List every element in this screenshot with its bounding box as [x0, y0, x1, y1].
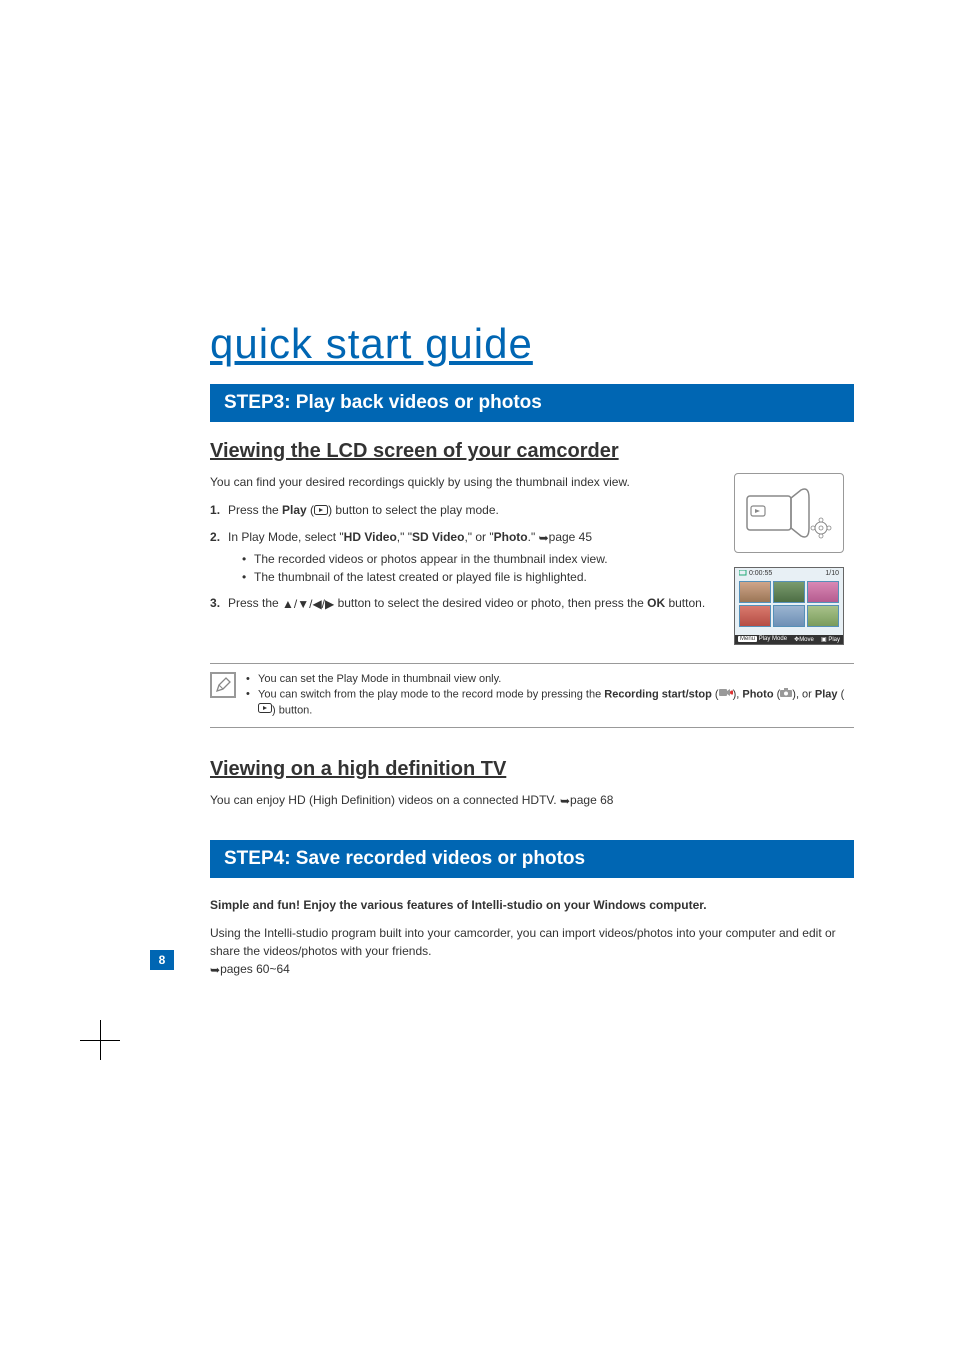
- step3-bar: STEP3: Play back videos or photos: [210, 384, 854, 422]
- thumb-cell: [739, 581, 771, 603]
- lcd-counter: 1/10: [825, 570, 839, 577]
- ok-label: OK: [647, 596, 665, 610]
- lcd-move: ✥Move: [794, 636, 814, 643]
- play-icon: [258, 703, 272, 718]
- lcd-play: ▣ Play: [821, 636, 840, 643]
- step4-bold-intro: Simple and fun! Enjoy the various featur…: [210, 896, 854, 914]
- play-icon: [314, 502, 328, 520]
- text: You can switch from the play mode to the…: [258, 689, 604, 701]
- thumb-cell: [773, 581, 805, 603]
- lcd-intro: You can find your desired recordings qui…: [210, 473, 714, 491]
- step4-bar: STEP4: Save recorded videos or photos: [210, 840, 854, 878]
- play-btn-label: Play: [815, 689, 838, 701]
- text: (: [774, 689, 781, 701]
- record-icon: [719, 687, 733, 702]
- text: ," or ": [464, 530, 493, 544]
- text: Using the Intelli-studio program built i…: [210, 926, 836, 958]
- text: (: [712, 689, 719, 701]
- text: ),: [733, 689, 743, 701]
- thumb-cell: [807, 605, 839, 627]
- text: Press the: [228, 596, 282, 610]
- text: (: [307, 503, 314, 517]
- tv-text: You can enjoy HD (High Definition) video…: [210, 791, 854, 810]
- step-1: Press the Play ( ) button to select the p…: [210, 501, 714, 520]
- photo-btn-label: Photo: [742, 689, 773, 701]
- lcd-time: 0:00:55: [739, 570, 772, 577]
- thumb-cell: [739, 605, 771, 627]
- text: You can enjoy HD (High Definition) video…: [210, 793, 560, 807]
- text: button.: [665, 596, 705, 610]
- page-ref: pages 60~64: [220, 962, 290, 976]
- text: button to select the desired video or ph…: [334, 596, 647, 610]
- step-3: Press the ▲/▼/◀/▶ button to select the d…: [210, 594, 714, 613]
- text: Press the: [228, 503, 282, 517]
- arrow-icon: ➥: [210, 961, 220, 979]
- step-2: In Play Mode, select "HD Video," "SD Vid…: [210, 528, 714, 586]
- dpad-icon: ▲/▼/◀/▶: [282, 595, 334, 613]
- sd-video-label: SD Video: [412, 530, 464, 544]
- note-1: You can set the Play Mode in thumbnail v…: [246, 672, 854, 687]
- photo-label: Photo: [494, 530, 528, 544]
- step4-text: Using the Intelli-studio program built i…: [210, 924, 854, 979]
- text: ," ": [397, 530, 412, 544]
- lcd-menu: Menu Play Mode: [738, 636, 787, 643]
- page-ref: page 68: [570, 793, 613, 807]
- arrow-icon: ➥: [560, 792, 570, 810]
- play-label: Play: [282, 503, 307, 517]
- page-ref: page 45: [549, 530, 592, 544]
- pencil-note-icon: [210, 672, 236, 698]
- thumb-cell: [807, 581, 839, 603]
- note-2: You can switch from the play mode to the…: [246, 687, 854, 719]
- rec-label: Recording start/stop: [604, 689, 712, 701]
- crop-mark: [80, 1020, 120, 1060]
- text: ), or: [792, 689, 815, 701]
- text: .": [528, 530, 539, 544]
- arrow-icon: ➥: [539, 529, 549, 547]
- text: ) button.: [272, 705, 312, 717]
- note-box: You can set the Play Mode in thumbnail v…: [210, 663, 854, 728]
- viewing-tv-title: Viewing on a high definition TV: [210, 758, 854, 781]
- thumb-cell: [773, 605, 805, 627]
- sub-bullet-2: The thumbnail of the latest created or p…: [242, 569, 714, 586]
- text: ) button to select the play mode.: [328, 503, 499, 517]
- text: In Play Mode, select ": [228, 530, 344, 544]
- lcd-preview: 0:00:55 1/10 Menu Play Mode ✥Move ▣ Play: [734, 567, 844, 645]
- page-number: 8: [150, 950, 174, 970]
- sub-bullet-1: The recorded videos or photos appear in …: [242, 551, 714, 568]
- text: (: [838, 689, 845, 701]
- quick-start-title: quick start guide: [210, 320, 854, 368]
- camera-icon: [780, 687, 792, 702]
- viewing-lcd-title: Viewing the LCD screen of your camcorder: [210, 440, 854, 463]
- hd-video-label: HD Video: [344, 530, 397, 544]
- camcorder-figure: [734, 473, 844, 553]
